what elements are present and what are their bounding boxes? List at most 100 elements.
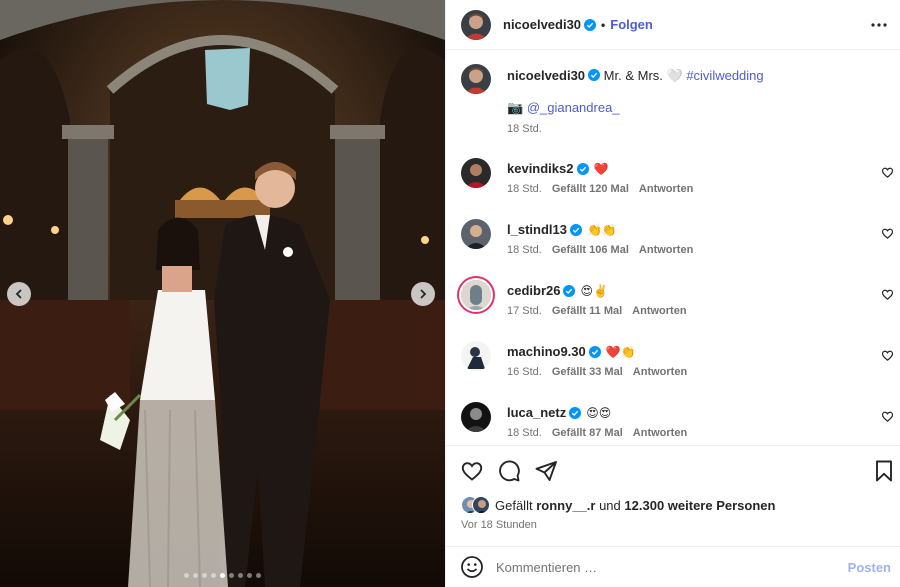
comment-likes[interactable]: Gefällt 33 Mal	[552, 366, 623, 378]
post-side-panel: nicoelvedi30 • Folgen nicoelvedi30 Mr. &…	[445, 0, 900, 587]
commenter-avatar[interactable]	[461, 158, 491, 188]
comment-meta: 18 Std. Gefällt 120 Mal Antworten	[507, 183, 703, 195]
comment-line: cedibr26 😍✌️	[507, 283, 608, 298]
caption-username[interactable]: nicoelvedi30	[507, 68, 585, 83]
follow-button[interactable]: Folgen	[610, 17, 653, 32]
comment-text: ❤️👏	[605, 344, 636, 359]
verified-badge-icon	[569, 223, 582, 236]
comment-meta: 18 Std. Gefällt 106 Mal Antworten	[507, 244, 703, 256]
likes-others[interactable]: 12.300 weitere Personen	[624, 498, 775, 513]
emoji-smiley-icon[interactable]	[460, 555, 484, 579]
like-heart-icon[interactable]	[460, 459, 484, 483]
commenter-avatar[interactable]	[461, 280, 491, 310]
liker-username[interactable]: ronny__.r	[536, 498, 595, 513]
liker-avatar	[472, 496, 490, 514]
verified-badge-icon	[584, 18, 597, 31]
verified-badge-icon	[563, 284, 576, 297]
comment-likes[interactable]: Gefällt 106 Mal	[552, 244, 629, 256]
carousel-indicator	[0, 573, 445, 578]
carousel-dot	[238, 573, 243, 578]
comment-text: 😍✌️	[580, 283, 608, 298]
commenter-avatar[interactable]	[461, 402, 491, 432]
comment-like-heart-icon[interactable]	[881, 166, 894, 179]
previous-image-button[interactable]	[7, 282, 31, 306]
author-username[interactable]: nicoelvedi30	[503, 17, 581, 32]
caption-body: Mr. & Mrs. 🤍	[603, 68, 683, 83]
comment-line: luca_netz 😍😍	[507, 405, 611, 420]
commenter-username[interactable]: cedibr26	[507, 283, 560, 298]
caption-timestamp: 18 Std.	[507, 123, 542, 135]
next-image-button[interactable]	[411, 282, 435, 306]
post-photo[interactable]	[0, 0, 445, 587]
commenter-avatar[interactable]	[461, 219, 491, 249]
comment-like-heart-icon[interactable]	[881, 410, 894, 423]
carousel-dot	[184, 573, 189, 578]
post-caption: nicoelvedi30 Mr. & Mrs. 🤍 #civilwedding	[461, 64, 881, 94]
likes-summary: Gefällt ronny__.r und 12.300 weitere Per…	[461, 496, 775, 514]
carousel-dot	[247, 573, 252, 578]
comment-input[interactable]	[496, 559, 826, 575]
comment-text: ❤️	[593, 161, 609, 176]
chevron-right-icon	[420, 289, 427, 299]
camera-emoji: 📷	[507, 100, 524, 115]
carousel-dot	[193, 573, 198, 578]
comment-item: luca_netz 😍😍 18 Std. Gefällt 87 Mal Antworte…	[461, 400, 891, 446]
comment-time: 18 Std.	[507, 183, 542, 195]
carousel-dot	[229, 573, 234, 578]
comment-meta: 16 Std. Gefällt 33 Mal Antworten	[507, 366, 697, 378]
reply-button[interactable]: Antworten	[633, 427, 687, 439]
commenter-username[interactable]: luca_netz	[507, 405, 566, 420]
verified-badge-icon	[588, 69, 601, 81]
comment-time: 18 Std.	[507, 427, 542, 439]
comment-item: kevindiks2 ❤️ 18 Std. Gefällt 120 Mal Antwor…	[461, 156, 891, 202]
caption-hashtag[interactable]: #civilwedding	[686, 68, 763, 83]
likes-text: Gefällt ronny__.r und 12.300 weitere Per…	[495, 497, 776, 513]
comment-line: machino9.30 ❤️👏	[507, 344, 636, 359]
caption-text: nicoelvedi30 Mr. & Mrs. 🤍 #civilwedding	[507, 67, 764, 85]
commenter-username[interactable]: l_stindl13	[507, 222, 567, 237]
reply-button[interactable]: Antworten	[633, 366, 687, 378]
share-paper-plane-icon[interactable]	[534, 459, 558, 483]
comment-line: l_stindl13 👏👏	[507, 222, 617, 237]
more-horizontal-icon	[871, 23, 887, 27]
comment-likes[interactable]: Gefällt 120 Mal	[552, 183, 629, 195]
verified-badge-icon	[576, 162, 589, 175]
carousel-dot	[220, 573, 225, 578]
comment-item: cedibr26 😍✌️ 17 Std. Gefällt 11 Mal Antworte…	[461, 278, 891, 324]
comment-line: kevindiks2 ❤️	[507, 161, 608, 176]
comment-likes[interactable]: Gefällt 11 Mal	[552, 305, 622, 317]
header-separator: •	[601, 17, 606, 32]
post-comment-button[interactable]: Posten	[848, 560, 891, 575]
commenter-username[interactable]: kevindiks2	[507, 161, 574, 176]
carousel-dot	[211, 573, 216, 578]
chevron-left-icon	[15, 289, 22, 299]
more-options-button[interactable]	[869, 15, 889, 35]
carousel-dot	[202, 573, 207, 578]
caption-author-avatar[interactable]	[461, 64, 491, 94]
reply-button[interactable]: Antworten	[639, 183, 693, 195]
caption-mention[interactable]: @_gianandrea_	[527, 100, 620, 115]
comment-time: 17 Std.	[507, 305, 542, 317]
reply-button[interactable]: Antworten	[639, 244, 693, 256]
comment-meta: 17 Std. Gefällt 11 Mal Antworten	[507, 305, 697, 317]
comment-like-heart-icon[interactable]	[881, 227, 894, 240]
comment-item: machino9.30 ❤️👏 16 Std. Gefällt 33 Mal Antwo…	[461, 339, 891, 385]
comment-item: l_stindl13 👏👏 18 Std. Gefällt 106 Mal Antwor…	[461, 217, 891, 263]
save-bookmark-icon[interactable]	[872, 459, 896, 483]
commenter-avatar[interactable]	[461, 341, 491, 371]
comment-time: 16 Std.	[507, 366, 542, 378]
comment-likes[interactable]: Gefällt 87 Mal	[552, 427, 623, 439]
comment-meta: 18 Std. Gefällt 87 Mal Antworten	[507, 427, 697, 439]
post-actions: Gefällt ronny__.r und 12.300 weitere Per…	[446, 445, 900, 541]
caption-credit: 📷 @_gianandrea_	[507, 100, 620, 116]
comment-text: 👏👏	[586, 222, 617, 237]
reply-button[interactable]: Antworten	[632, 305, 686, 317]
comment-like-heart-icon[interactable]	[881, 288, 894, 301]
author-avatar[interactable]	[461, 9, 491, 40]
comment-bubble-icon[interactable]	[497, 459, 521, 483]
post-timestamp: Vor 18 Stunden	[461, 519, 537, 531]
comment-composer: Posten	[446, 546, 900, 587]
verified-badge-icon	[569, 406, 582, 419]
commenter-username[interactable]: machino9.30	[507, 344, 586, 359]
comment-like-heart-icon[interactable]	[881, 349, 894, 362]
